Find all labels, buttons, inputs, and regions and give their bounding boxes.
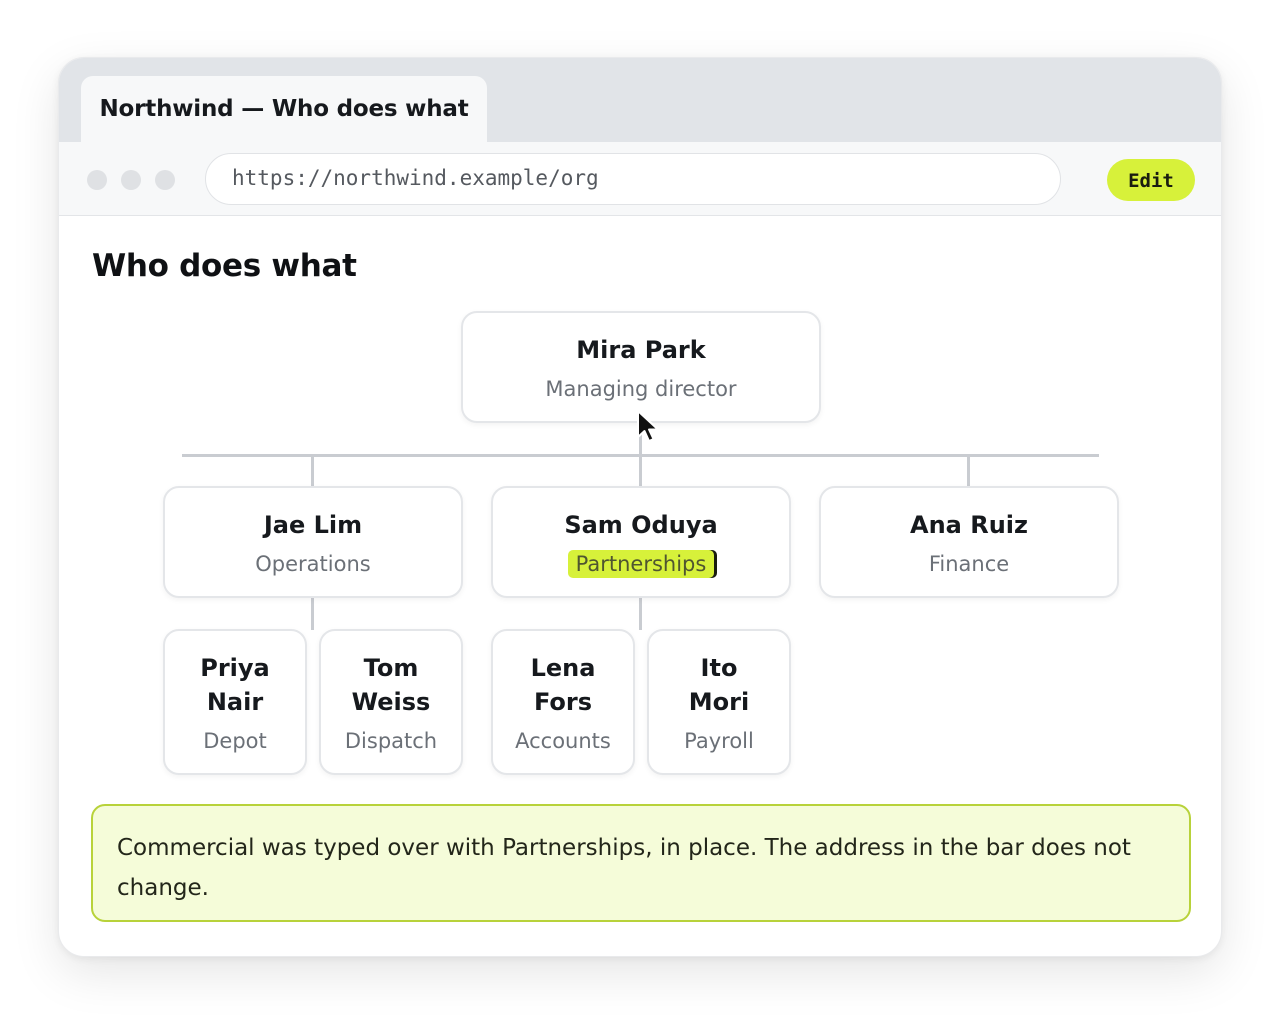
person-last-name: Mori xyxy=(688,688,750,716)
org-card-root[interactable]: Mira Park Managing director xyxy=(461,311,821,423)
connector-jae-down xyxy=(311,596,314,630)
tab-active[interactable]: Northwind — Who does what xyxy=(81,76,487,142)
person-role: Accounts xyxy=(515,729,611,753)
person-first-name: Lena xyxy=(530,654,596,682)
person-first-name: Ito xyxy=(700,654,738,682)
page-content: Who does what Mira Park Managing directo… xyxy=(59,216,1221,956)
tab-strip: Northwind — Who does what xyxy=(59,58,1221,142)
person-last-name: Fors xyxy=(533,688,593,716)
person-name: Ito Mori xyxy=(649,651,789,719)
person-role: Managing director xyxy=(545,377,737,401)
person-role: Depot xyxy=(203,729,267,753)
person-name: Ana Ruiz xyxy=(910,511,1028,539)
person-role: Operations xyxy=(255,552,371,576)
browser-window: Northwind — Who does what https://northw… xyxy=(58,57,1222,957)
org-card-priya-nair[interactable]: Priya Nair Depot xyxy=(163,629,307,775)
person-name: Tom Weiss xyxy=(321,651,461,719)
org-card-tom-weiss[interactable]: Tom Weiss Dispatch xyxy=(319,629,463,775)
connector-ana xyxy=(967,456,970,488)
person-name: Priya Nair xyxy=(165,651,305,719)
person-first-name: Priya xyxy=(200,654,270,682)
person-last-name: Nair xyxy=(206,688,264,716)
info-note: Commercial was typed over with Partnersh… xyxy=(91,804,1191,922)
org-card-sam-oduya[interactable]: Sam Oduya Partnerships xyxy=(491,486,791,598)
person-first-name: Tom xyxy=(363,654,419,682)
org-card-lena-fors[interactable]: Lena Fors Accounts xyxy=(491,629,635,775)
person-name: Lena Fors xyxy=(493,651,633,719)
edit-button[interactable]: Edit xyxy=(1107,159,1195,201)
page-title: Who does what xyxy=(92,248,357,284)
connector-sam-down xyxy=(639,596,642,630)
person-role: Payroll xyxy=(684,729,754,753)
person-name: Sam Oduya xyxy=(564,511,718,539)
browser-toolbar: https://northwind.example/org Edit xyxy=(59,142,1221,216)
org-card-ana-ruiz[interactable]: Ana Ruiz Finance xyxy=(819,486,1119,598)
org-card-ito-mori[interactable]: Ito Mori Payroll xyxy=(647,629,791,775)
person-last-name: Weiss xyxy=(351,688,431,716)
connector-sam xyxy=(639,456,642,488)
person-role: Dispatch xyxy=(344,729,438,753)
window-close-dot-icon[interactable] xyxy=(87,170,107,190)
mouse-pointer-icon xyxy=(637,410,659,442)
org-card-jae-lim[interactable]: Jae Lim Operations xyxy=(163,486,463,598)
address-bar[interactable]: https://northwind.example/org xyxy=(205,153,1061,205)
person-name: Jae Lim xyxy=(263,511,363,539)
connector-jae xyxy=(311,456,314,488)
window-maximize-dot-icon[interactable] xyxy=(155,170,175,190)
role-edit-field[interactable]: Partnerships xyxy=(567,550,715,578)
person-name: Mira Park xyxy=(576,336,706,364)
window-minimize-dot-icon[interactable] xyxy=(121,170,141,190)
person-role: Finance xyxy=(928,552,1010,576)
